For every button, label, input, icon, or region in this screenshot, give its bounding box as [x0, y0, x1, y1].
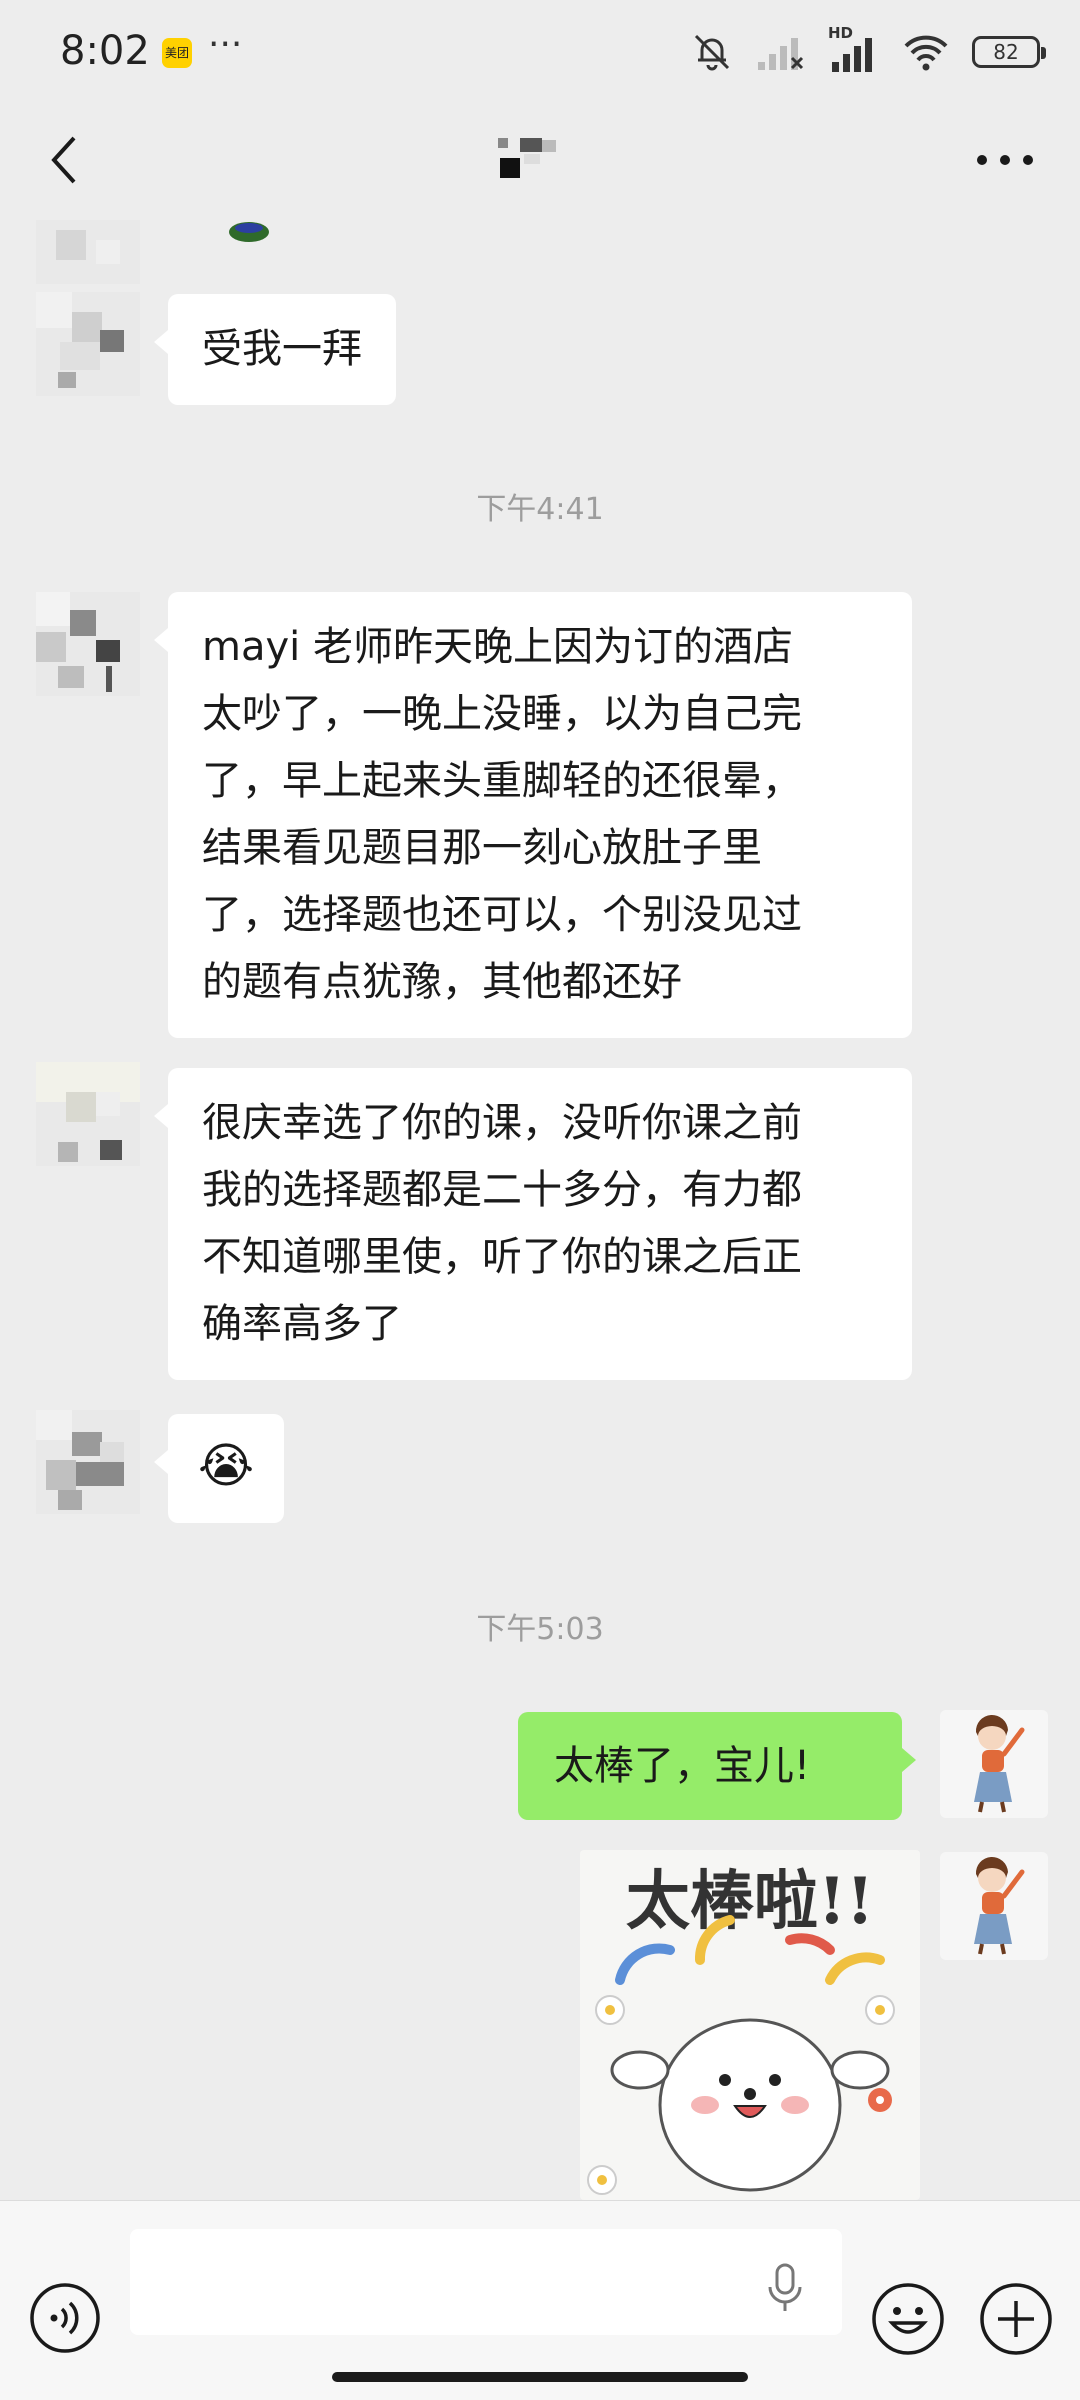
my-avatar[interactable]	[940, 1710, 1048, 1818]
signal-no-service-icon	[758, 38, 804, 70]
message-bubble[interactable]: mayi 老师昨天晚上因为订的酒店 太吵了，一晚上没睡，以为自己完 了，早上起来…	[154, 592, 912, 1038]
contact-avatar[interactable]	[36, 292, 140, 396]
message-line: 不知道哪里使，听了你的课之后正	[202, 1234, 802, 1280]
message-line: 结果看见题目那一刻心放肚子里	[202, 825, 762, 871]
message-line: 我的选择题都是二十多分，有力都	[202, 1167, 802, 1213]
meituan-app-icon: 美团	[162, 38, 192, 68]
contact-avatar[interactable]	[36, 220, 140, 284]
message-line: 确率高多了	[202, 1301, 402, 1347]
message-line: 很庆幸选了你的课，没听你课之前	[202, 1100, 802, 1146]
home-indicator[interactable]	[332, 2372, 748, 2382]
signal-hd-icon: HD	[828, 24, 880, 74]
wifi-icon	[904, 35, 948, 71]
message-line: 的题有点犹豫，其他都还好	[202, 959, 682, 1005]
contact-avatar[interactable]	[36, 1062, 140, 1166]
message-bubble[interactable]: 受我一拜	[154, 294, 396, 405]
message-line: 了，早上起来头重脚轻的还很晕，	[202, 758, 802, 804]
chevron-left-icon[interactable]	[36, 128, 96, 192]
partial-sticker-icon	[229, 222, 269, 242]
message-line: mayi 老师昨天晚上因为订的酒店	[202, 624, 793, 670]
battery-indicator: 82	[972, 36, 1046, 68]
message-text: 太棒了，宝儿!	[554, 1743, 811, 1789]
contact-avatar[interactable]	[36, 1410, 140, 1514]
contact-name-redacted	[490, 138, 560, 182]
message-text: 受我一拜	[202, 326, 362, 372]
message-line: 了，选择题也还可以，个别没见过	[202, 892, 802, 938]
crying-face-icon: 😭	[198, 1438, 255, 1494]
message-bubble[interactable]: 很庆幸选了你的课，没听你课之前 我的选择题都是二十多分，有力都 不知道哪里使，听…	[154, 1068, 912, 1380]
cheering-dog-sticker-icon	[587, 1915, 895, 2195]
status-time: 8:02	[60, 28, 150, 74]
message-timestamp: 下午5:03	[476, 1612, 604, 1647]
message-timestamp: 下午4:41	[476, 492, 604, 527]
message-input-bar	[0, 2200, 1080, 2400]
plus-icon[interactable]	[978, 2281, 1054, 2357]
chat-message-list[interactable]: 受我一拜 下午4:41 mayi 老师昨天晚上因为订的酒店 太吵了，一晚上没睡，…	[0, 220, 1080, 2200]
more-horizontal-icon[interactable]	[970, 140, 1040, 180]
girl-cartoon-icon	[974, 1856, 1025, 1955]
status-bar: 8:02 美团 ··· HD 82	[0, 0, 1080, 100]
message-bubble-outgoing[interactable]: 太棒了，宝儿!	[518, 1712, 916, 1820]
message-line: 太吵了，一晚上没睡，以为自己完	[202, 691, 802, 737]
notification-more-icon: ···	[208, 24, 243, 65]
message-bubble[interactable]: 😭	[153, 1414, 285, 1523]
microphone-icon[interactable]	[760, 2259, 810, 2315]
contact-avatar[interactable]	[36, 592, 140, 696]
emoji-icon[interactable]	[870, 2281, 946, 2357]
mute-bell-icon	[694, 34, 730, 71]
voice-input-icon[interactable]	[28, 2281, 102, 2355]
chat-header	[0, 100, 1080, 220]
sticker-message[interactable]: 太棒啦!!	[580, 1850, 920, 2200]
girl-cartoon-icon	[974, 1714, 1025, 1813]
message-text-field[interactable]	[130, 2229, 842, 2335]
my-avatar[interactable]	[940, 1852, 1048, 1960]
status-indicators: HD 82	[690, 24, 1046, 74]
